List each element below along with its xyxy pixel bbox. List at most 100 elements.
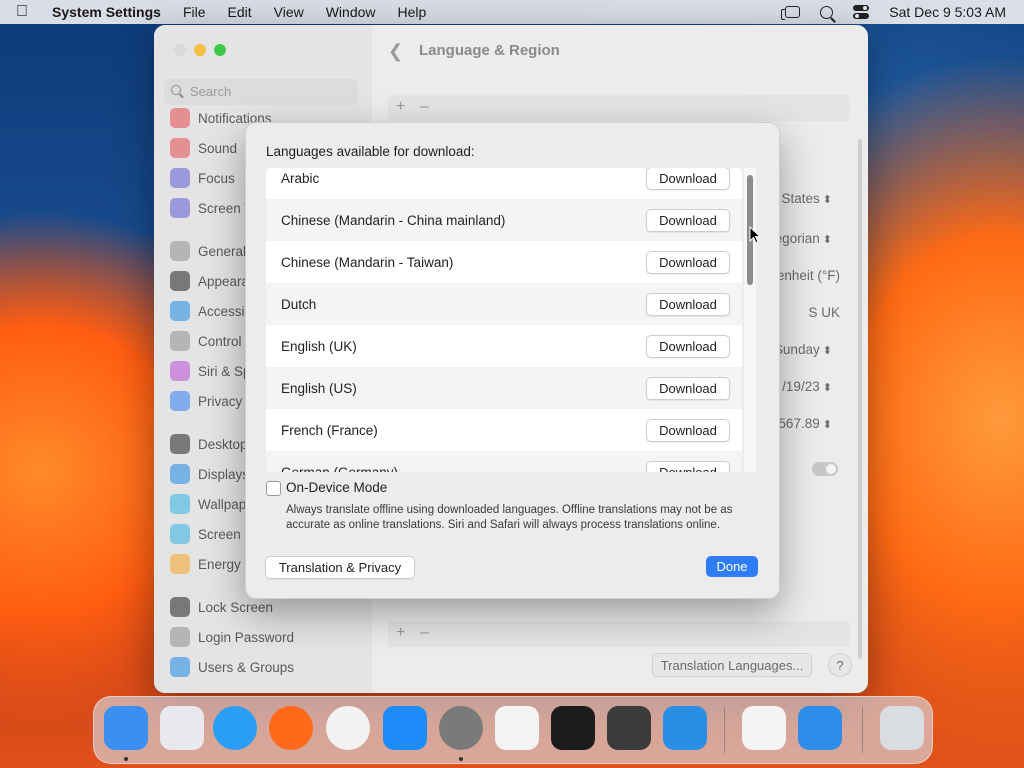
sidebar-item[interactable]: Appeara bbox=[170, 268, 249, 294]
translation-languages-button[interactable]: Translation Languages... bbox=[652, 653, 812, 677]
apple-menu-icon[interactable]:  bbox=[0, 3, 44, 21]
download-button[interactable]: Download bbox=[646, 334, 730, 358]
sidebar-item[interactable]: Login Password bbox=[170, 624, 294, 650]
help-button[interactable]: ? bbox=[828, 653, 852, 677]
sidebar-item-icon bbox=[170, 331, 190, 351]
back-chevron-icon[interactable]: ❮ bbox=[388, 41, 403, 62]
sidebar-item-label: Accessi bbox=[198, 303, 245, 319]
sidebar-item[interactable]: Wallpap bbox=[170, 491, 246, 517]
sidebar-item[interactable]: Users & Groups bbox=[170, 654, 294, 680]
menu-help[interactable]: Help bbox=[387, 4, 438, 20]
textedit-icon[interactable] bbox=[495, 706, 539, 750]
vscode-icon[interactable] bbox=[663, 706, 707, 750]
live-text-toggle[interactable] bbox=[812, 462, 838, 476]
finder-icon[interactable] bbox=[104, 706, 148, 750]
done-button[interactable]: Done bbox=[706, 556, 758, 577]
sidebar-item-icon bbox=[170, 241, 190, 261]
language-row: Chinese (Mandarin - Taiwan) Download bbox=[266, 241, 742, 283]
sidebar-item[interactable]: General bbox=[161, 236, 363, 266]
setting-value-text: Sunday bbox=[773, 342, 820, 357]
launchpad-icon[interactable] bbox=[160, 706, 204, 750]
visual-studio-icon[interactable] bbox=[742, 706, 786, 750]
sidebar-item[interactable]: Privacy bbox=[170, 388, 242, 414]
menu-file[interactable]: File bbox=[172, 4, 217, 20]
download-button[interactable]: Download bbox=[646, 168, 730, 190]
sidebar-item[interactable]: Displays bbox=[170, 461, 249, 487]
download-button[interactable]: Download bbox=[646, 418, 730, 442]
stage-manager-icon[interactable] bbox=[781, 6, 801, 20]
download-button[interactable]: Download bbox=[646, 292, 730, 316]
remove-app-button[interactable]: – bbox=[420, 624, 429, 642]
language-name: Chinese (Mandarin - Taiwan) bbox=[281, 254, 454, 270]
app-menu[interactable]: System Settings bbox=[44, 4, 172, 20]
setting-value[interactable]: /19/23 ⬍ bbox=[782, 379, 832, 394]
remove-language-button[interactable]: – bbox=[420, 98, 429, 116]
menu-edit[interactable]: Edit bbox=[217, 4, 263, 20]
sidebar-item-icon bbox=[170, 391, 190, 411]
language-row: French (France) Download bbox=[266, 409, 742, 451]
add-app-button[interactable]: + bbox=[396, 624, 405, 642]
chrome-icon[interactable] bbox=[326, 706, 370, 750]
download-button[interactable]: Download bbox=[646, 376, 730, 400]
download-button[interactable]: Download bbox=[646, 208, 730, 232]
languages-list: Arabic Download Chinese (Mandarin - China … bbox=[266, 168, 742, 472]
language-row: Chinese (Mandarin - China mainland) Downl… bbox=[266, 199, 742, 241]
sidebar-item-icon bbox=[170, 271, 190, 291]
sidebar-item[interactable]: Screen T bbox=[170, 195, 253, 221]
sidebar-item-label: Users & Groups bbox=[198, 659, 295, 675]
menu-view[interactable]: View bbox=[263, 4, 315, 20]
setting-value-text: 567.89 bbox=[778, 416, 820, 431]
sidebar-item-icon bbox=[170, 524, 190, 544]
sidebar-item[interactable]: Energy S bbox=[170, 551, 254, 577]
trash-icon[interactable] bbox=[880, 706, 924, 750]
menu-bar:  System Settings File Edit View Window … bbox=[0, 0, 1024, 24]
sidebar-item[interactable]: Screen S bbox=[170, 521, 254, 547]
download-button[interactable]: Download bbox=[646, 250, 730, 274]
close-window-button[interactable] bbox=[174, 44, 186, 56]
setting-value[interactable]: 567.89 ⬍ bbox=[778, 416, 832, 431]
sidebar-item-label: Login Password bbox=[198, 629, 295, 645]
setting-value[interactable]: enheit (°F) bbox=[777, 268, 840, 283]
add-language-button[interactable]: + bbox=[396, 98, 405, 116]
sidebar-item[interactable]: Control bbox=[170, 328, 242, 354]
updown-chevron-icon: ⬍ bbox=[819, 234, 832, 246]
sidebar-item-icon bbox=[170, 627, 190, 647]
language-name: English (UK) bbox=[281, 338, 357, 354]
app-store-icon[interactable] bbox=[383, 706, 427, 750]
download-button[interactable]: Download bbox=[646, 460, 730, 472]
sidebar-item[interactable]: Accessi bbox=[170, 298, 245, 324]
weather-icon[interactable] bbox=[798, 706, 842, 750]
language-row: Arabic Download bbox=[266, 168, 742, 199]
setting-value[interactable]: S UK bbox=[808, 305, 840, 320]
zoom-window-button[interactable] bbox=[214, 44, 226, 56]
setting-value[interactable]: States ⬍ bbox=[781, 191, 832, 206]
firefox-icon[interactable] bbox=[269, 706, 313, 750]
sidebar-item[interactable]: Sound bbox=[170, 135, 237, 161]
terminal-icon[interactable] bbox=[551, 706, 595, 750]
sidebar-item[interactable]: Siri & Sp bbox=[170, 358, 251, 384]
setting-value[interactable]: Sunday ⬍ bbox=[774, 342, 832, 357]
sidebar-item-icon bbox=[170, 464, 190, 484]
safari-icon[interactable] bbox=[213, 706, 257, 750]
dock bbox=[93, 696, 933, 764]
sidebar-item[interactable]: Desktop bbox=[170, 431, 248, 457]
on-device-mode-label[interactable]: On-Device Mode bbox=[286, 480, 387, 495]
setting-value[interactable]: egorian ⬍ bbox=[775, 231, 832, 246]
minimize-window-button[interactable] bbox=[194, 44, 206, 56]
window-scrollbar[interactable] bbox=[858, 139, 862, 659]
page-title: Language & Region bbox=[419, 42, 560, 59]
translation-privacy-button[interactable]: Translation & Privacy bbox=[265, 556, 415, 579]
menu-window[interactable]: Window bbox=[315, 4, 387, 20]
sidebar-item[interactable]: Focus bbox=[170, 165, 235, 191]
spotlight-search-icon[interactable] bbox=[820, 5, 834, 19]
running-indicator bbox=[124, 757, 128, 761]
sheet-title: Languages available for download: bbox=[266, 144, 475, 159]
system-settings-icon[interactable] bbox=[439, 706, 483, 750]
language-row: German (Germany) Download bbox=[266, 451, 742, 472]
sidebar-search-input[interactable]: Search bbox=[164, 79, 358, 105]
menu-clock[interactable]: Sat Dec 9 5:03 AM bbox=[889, 4, 1006, 20]
garageband-icon[interactable] bbox=[607, 706, 651, 750]
control-center-icon[interactable] bbox=[853, 5, 870, 19]
updown-chevron-icon: ⬍ bbox=[819, 419, 832, 431]
on-device-mode-checkbox[interactable] bbox=[266, 481, 281, 496]
